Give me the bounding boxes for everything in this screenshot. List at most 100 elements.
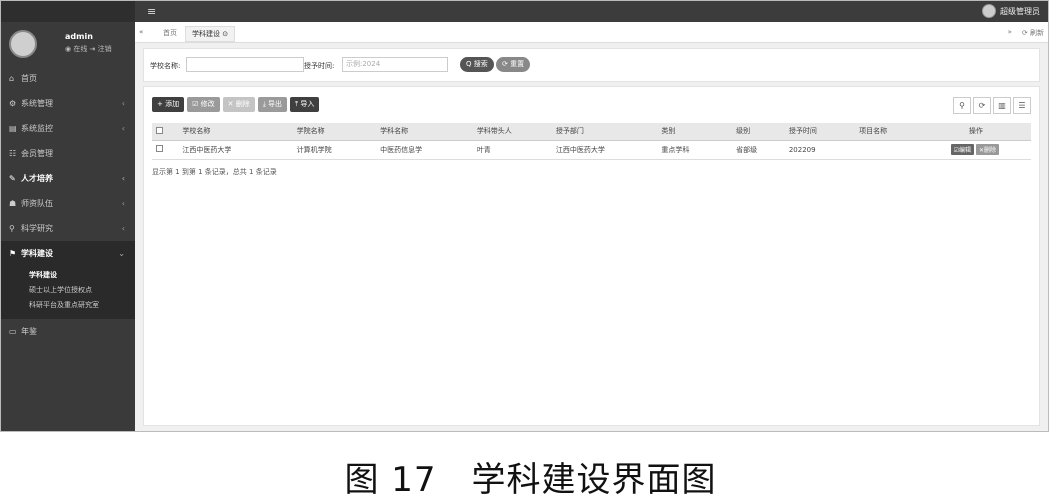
column-header[interactable]: 学科带头人 — [472, 123, 552, 141]
discipline-table: 学校名称 学院名称 学科名称 学科带头人 授予部门 类别 级别 授予时间 项目名… — [152, 123, 1031, 160]
book-icon: ▭ — [9, 327, 17, 336]
row-checkbox[interactable] — [152, 140, 179, 160]
import-button[interactable]: ⤒ 导入 — [290, 97, 320, 112]
column-header[interactable]: 学科名称 — [376, 123, 473, 141]
column-header[interactable]: 学院名称 — [292, 123, 377, 141]
sidebar-item-label: 首页 — [21, 74, 37, 83]
cell-level: 省部级 — [732, 140, 785, 160]
main-content: « 首页 学科建设 ⊙ » ⟳ 刷新 学校名称: 授予时间: 示例:2024 Q… — [135, 22, 1048, 431]
delete-button[interactable]: ✕ 删除 — [222, 97, 255, 112]
submenu-item-discipline[interactable]: 学科建设 — [1, 268, 135, 283]
row-delete-button[interactable]: ✕删除 — [976, 144, 1000, 155]
sidebar-item-system[interactable]: ⚙ 系统管理 ‹ — [1, 91, 135, 116]
column-header: 操作 — [916, 123, 1031, 141]
cell-leader: 叶青 — [472, 140, 552, 160]
tabs-scroll-right-icon[interactable]: » — [1008, 28, 1012, 38]
row-edit-button[interactable]: ☑编辑 — [950, 144, 974, 155]
sidebar-nav: ⌂ 首页 ⚙ 系统管理 ‹ ▤ 系统监控 ‹ ☷ 会员管理 ✎ 人才培养 ‹ ☗ 师资队伍 ‹ ⚲ 科… — [1, 66, 135, 266]
table-toolbar: + 添加 ☑ 修改 ✕ 删除 ⤓ 导出 ⤒ 导入 — [152, 97, 320, 112]
user-status[interactable]: ◉ 在线 ⇥ 注销 — [65, 44, 112, 54]
user-panel: admin ◉ 在线 ⇥ 注销 — [1, 22, 135, 66]
column-header[interactable]: 授予部门 — [551, 123, 658, 141]
grant-time-input[interactable]: 示例:2024 — [342, 57, 448, 72]
cell-school: 江西中医药大学 — [178, 140, 293, 160]
chevron-left-icon: ‹ — [121, 199, 125, 208]
cell-dept: 江西中医药大学 — [551, 140, 658, 160]
sidebar-item-label: 系统监控 — [21, 124, 53, 133]
sidebar: admin ◉ 在线 ⇥ 注销 ⌂ 首页 ⚙ 系统管理 ‹ ▤ 系统监控 ‹ ☷ 会员管理 … — [1, 22, 135, 431]
app-window: ≡ 超级管理员 admin ◉ 在线 ⇥ 注销 ⌂ 首页 ⚙ 系统管理 ‹ ▤ 系统监控… — [0, 0, 1049, 432]
columns-icon[interactable]: ▥ — [993, 97, 1011, 114]
tab-discipline[interactable]: 学科建设 ⊙ — [185, 26, 236, 42]
search-icon[interactable]: ⚲ — [953, 97, 971, 114]
pagination-info: 显示第 1 到第 1 条记录，总共 1 条记录 — [152, 168, 277, 176]
submenu-item-research-platform[interactable]: 科研平台及重点研究室 — [1, 298, 135, 313]
tabs-right-tools: » ⟳ 刷新 — [1008, 28, 1044, 38]
gear-icon: ⚙ — [9, 99, 17, 108]
submenu-item-degree-points[interactable]: 硕士以上学位授权点 — [1, 283, 135, 298]
chevron-down-icon: ⌄ — [118, 249, 125, 258]
research-icon: ⚲ — [9, 224, 15, 233]
sidebar-nav-bottom: ▭ 年鉴 — [1, 319, 135, 344]
members-icon: ☷ — [9, 149, 17, 158]
tabs-bar: « 首页 学科建设 ⊙ » ⟳ 刷新 — [135, 22, 1048, 43]
table-header-row: 学校名称 学院名称 学科名称 学科带头人 授予部门 类别 级别 授予时间 项目名… — [152, 123, 1031, 141]
sidebar-item-label: 年鉴 — [21, 327, 37, 336]
cell-time: 202209 — [784, 140, 856, 160]
sidebar-item-label: 系统管理 — [21, 99, 53, 108]
sidebar-item-research[interactable]: ⚲ 科学研究 ‹ — [1, 216, 135, 241]
sidebar-item-monitor[interactable]: ▤ 系统监控 ‹ — [1, 116, 135, 141]
cell-category: 重点学科 — [657, 140, 733, 160]
cell-college: 计算机学院 — [292, 140, 377, 160]
column-header[interactable]: 类别 — [657, 123, 733, 141]
sidebar-item-discipline[interactable]: ⚑ 学科建设 ⌄ — [1, 241, 135, 266]
sidebar-item-label: 学科建设 — [21, 249, 53, 258]
edit-button[interactable]: ☑ 修改 — [187, 97, 220, 112]
logo-area — [1, 1, 135, 22]
menu-dropdown-icon[interactable]: ☰ — [1013, 97, 1031, 114]
user-name: admin — [65, 32, 93, 41]
user-avatar-small — [982, 4, 996, 18]
chevron-left-icon: ‹ — [121, 224, 125, 233]
chevron-left-icon: ‹ — [121, 124, 125, 133]
sidebar-item-members[interactable]: ☷ 会员管理 — [1, 141, 135, 166]
grant-time-label: 授予时间: — [304, 62, 335, 70]
tabs-scroll-left-icon[interactable]: « — [139, 28, 143, 36]
reset-button[interactable]: ⟳ 重置 — [496, 57, 531, 72]
sidebar-item-label: 会员管理 — [21, 149, 53, 158]
user-menu[interactable]: 超级管理员 — [982, 4, 1040, 18]
sidebar-item-yearbook[interactable]: ▭ 年鉴 — [1, 319, 135, 344]
refresh-tab-button[interactable]: ⟳ 刷新 — [1022, 28, 1044, 38]
school-name-input[interactable] — [186, 57, 304, 72]
user-menu-label: 超级管理员 — [1000, 6, 1040, 16]
column-header[interactable]: 学校名称 — [178, 123, 293, 141]
pencil-icon: ✎ — [9, 174, 16, 183]
sidebar-item-talent[interactable]: ✎ 人才培养 ‹ — [1, 166, 135, 191]
add-button[interactable]: + 添加 — [152, 97, 185, 112]
search-panel: 学校名称: 授予时间: 示例:2024 Q 搜索 ⟳ 重置 — [143, 48, 1040, 82]
select-all-checkbox[interactable] — [152, 123, 179, 141]
sidebar-item-label: 科学研究 — [21, 224, 53, 233]
refresh-icon[interactable]: ⟳ — [973, 97, 991, 114]
table-panel: + 添加 ☑ 修改 ✕ 删除 ⤓ 导出 ⤒ 导入 ⚲ ⟳ ▥ ☰ 学校名称 学院… — [143, 86, 1040, 426]
chevron-left-icon: ‹ — [121, 174, 125, 183]
faculty-icon: ☗ — [9, 199, 17, 208]
home-icon: ⌂ — [9, 74, 15, 83]
avatar — [9, 30, 37, 58]
cell-actions: ☑编辑 ✕删除 — [916, 140, 1031, 160]
column-header[interactable]: 级别 — [732, 123, 785, 141]
sidebar-item-home[interactable]: ⌂ 首页 — [1, 66, 135, 91]
monitor-icon: ▤ — [9, 124, 17, 133]
flag-icon: ⚑ — [9, 249, 17, 258]
search-button[interactable]: Q 搜索 — [460, 57, 494, 72]
export-button[interactable]: ⤓ 导出 — [257, 97, 288, 112]
column-header[interactable]: 授予时间 — [784, 123, 856, 141]
column-header[interactable]: 项目名称 — [855, 123, 917, 141]
table-tools: ⚲ ⟳ ▥ ☰ — [953, 97, 1031, 114]
menu-toggle-icon[interactable]: ≡ — [147, 5, 156, 18]
sidebar-item-label: 人才培养 — [21, 174, 53, 183]
top-bar: ≡ 超级管理员 — [1, 1, 1048, 22]
tab-home[interactable]: 首页 — [157, 26, 183, 40]
sidebar-item-faculty[interactable]: ☗ 师资队伍 ‹ — [1, 191, 135, 216]
table-row[interactable]: 江西中医药大学 计算机学院 中医药信息学 叶青 江西中医药大学 重点学科 省部级… — [152, 140, 1031, 160]
